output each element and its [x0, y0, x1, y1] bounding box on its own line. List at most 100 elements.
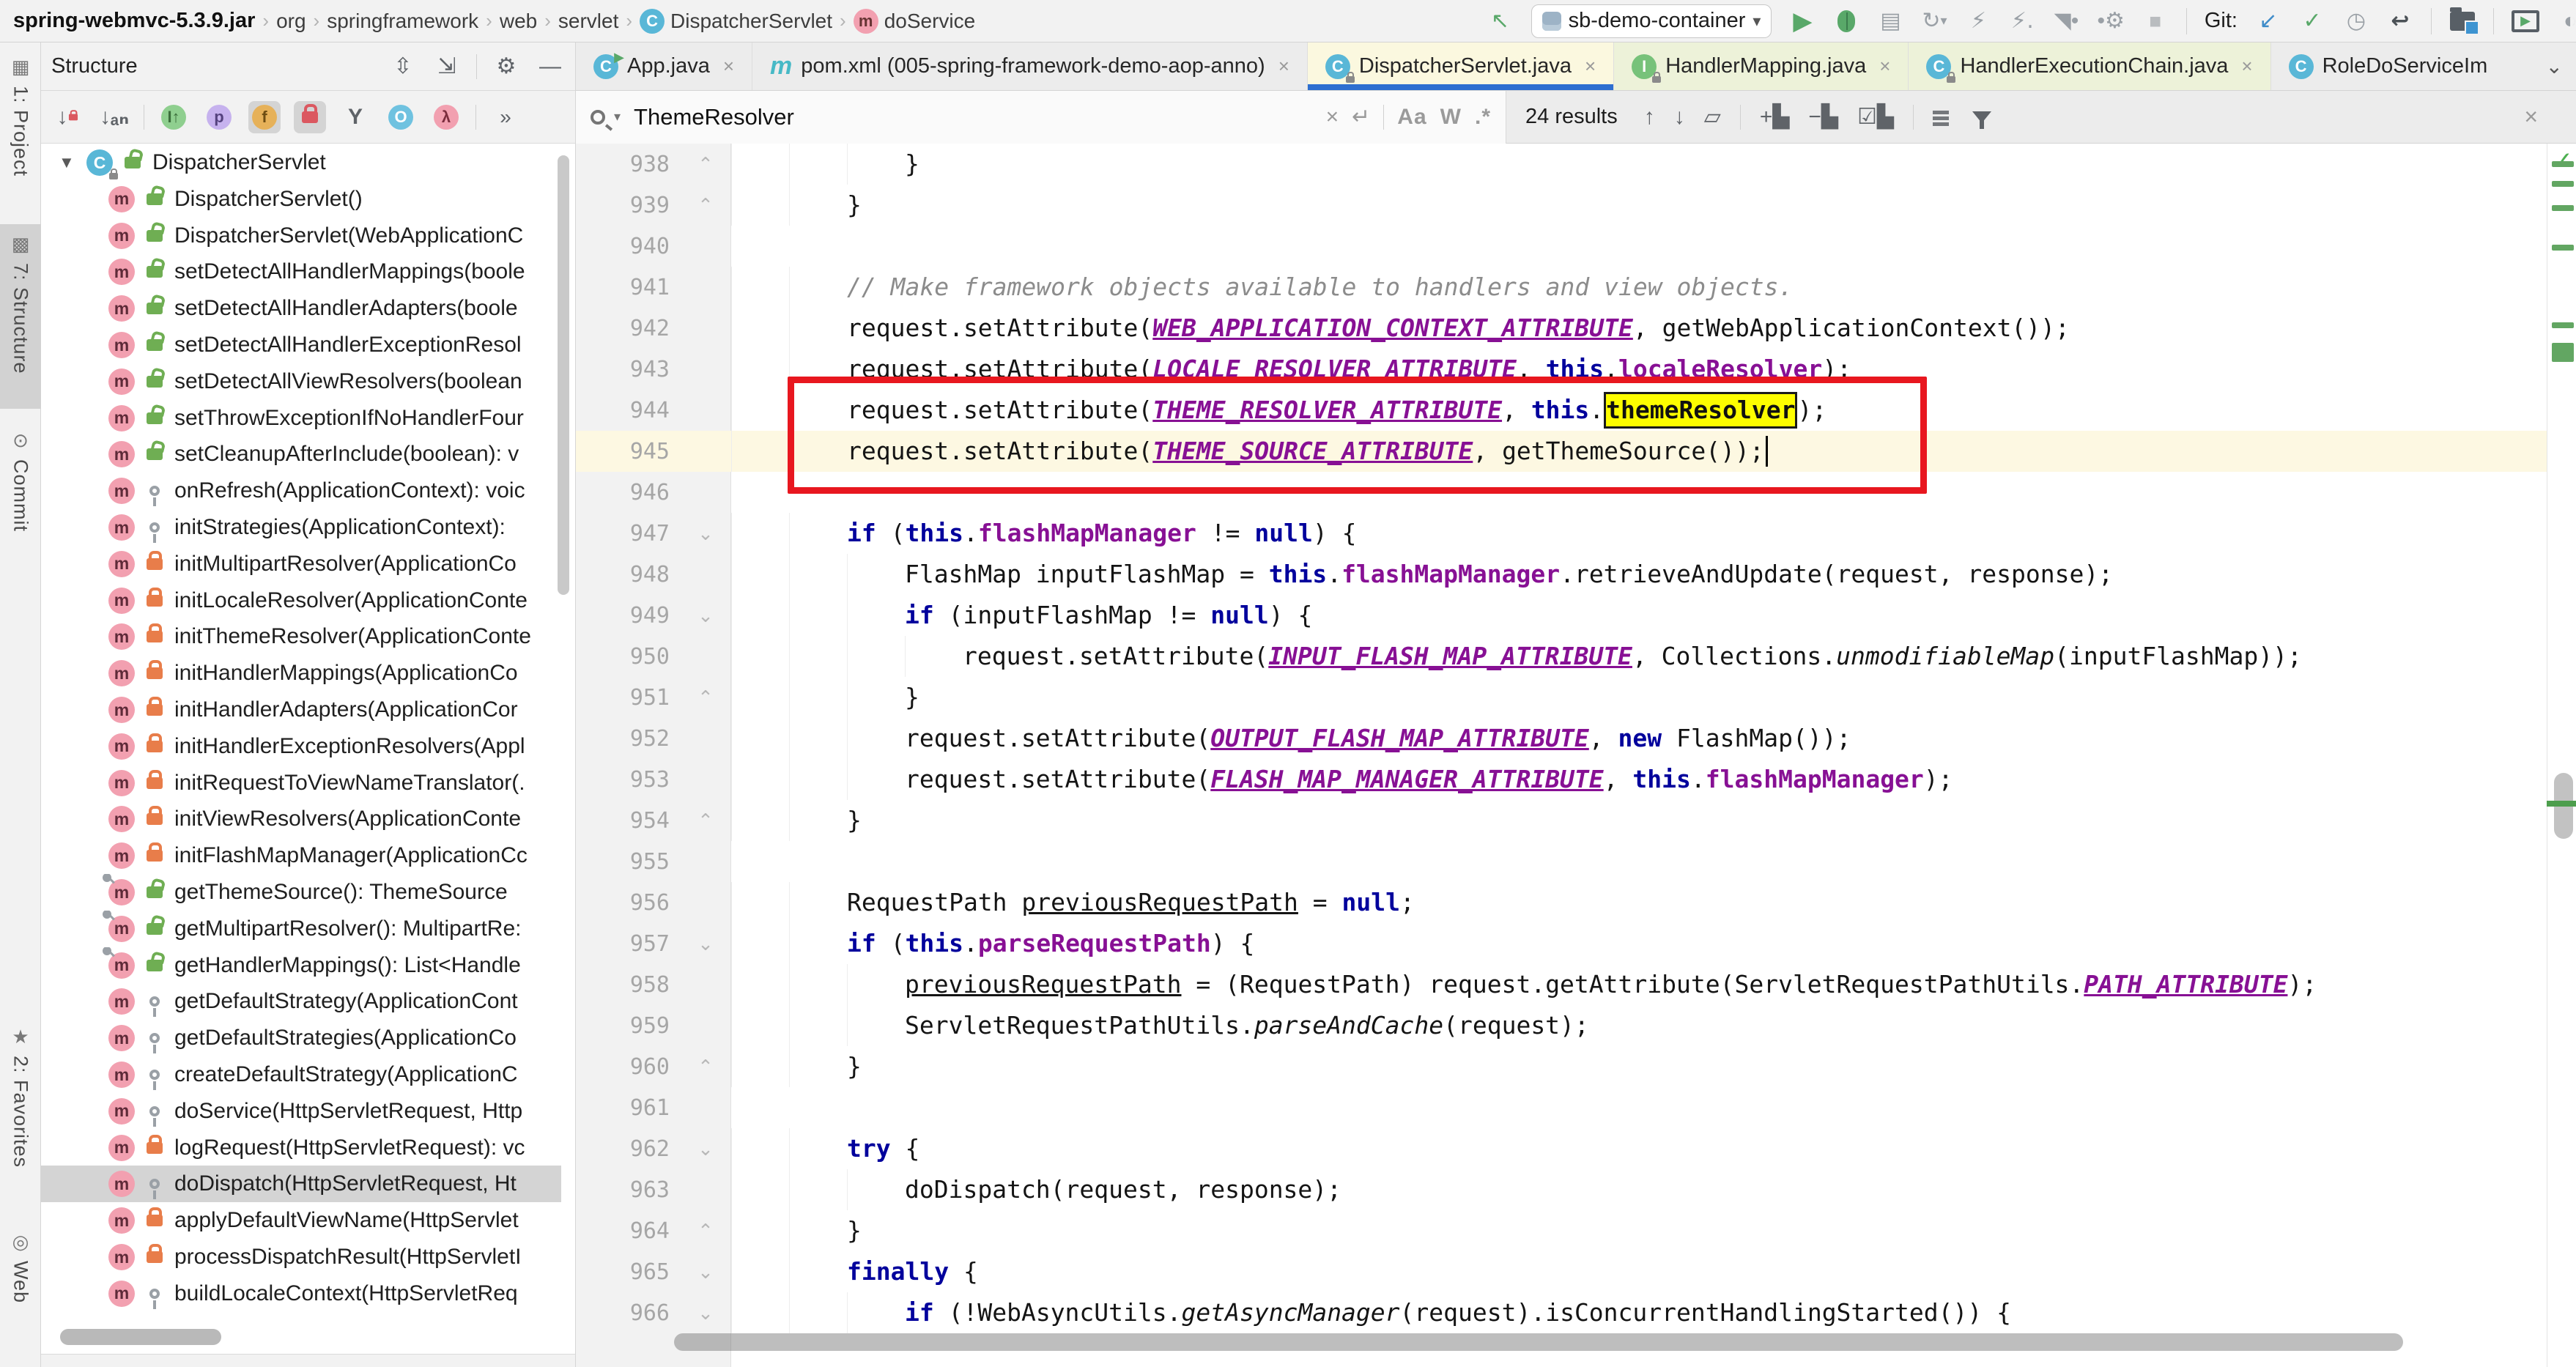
search-result-mark[interactable]	[2552, 245, 2574, 251]
breadcrumb-jar[interactable]: spring-webmvc-5.3.9.jar	[13, 9, 255, 33]
line-number[interactable]: 955	[576, 849, 680, 875]
find-query-input[interactable]: ThemeResolver	[634, 104, 1313, 130]
code-line-951[interactable]: 951 ⌃}	[576, 677, 2547, 718]
structure-item-setThrowExceptionIfNoHandlerFour[interactable]: m setThrowExceptionIfNoHandlerFour	[41, 400, 561, 437]
fold-up-icon[interactable]: ⌃	[680, 1220, 731, 1242]
tab-dispatcherservlet-java[interactable]: C DispatcherServlet.java ×	[1307, 42, 1615, 90]
line-number[interactable]: 951	[576, 685, 680, 711]
structure-item-DispatcherServlet[interactable]: m DispatcherServlet()	[41, 181, 561, 218]
breadcrumb-springframework[interactable]: springframework	[327, 10, 478, 33]
structure-item-processDispatchResult[interactable]: m processDispatchResult(HttpServletI	[41, 1239, 561, 1275]
line-number[interactable]: 945	[576, 439, 680, 464]
next-occurrence-icon[interactable]: ↓	[1674, 105, 1685, 130]
structure-item-getDefaultStrategies[interactable]: m getDefaultStrategies(ApplicationCo	[41, 1020, 561, 1056]
structure-item-setDetectAllHandlerAdapters[interactable]: m setDetectAllHandlerAdapters(boole	[41, 290, 561, 327]
structure-item-setCleanupAfterInclude[interactable]: m setCleanupAfterInclude(boolean): v	[41, 436, 561, 473]
line-number[interactable]: 943	[576, 357, 680, 382]
run-configuration-select[interactable]: sb-demo-container ▾	[1531, 4, 1772, 38]
close-icon[interactable]: ×	[1879, 55, 1890, 78]
sort-alphabetically-icon[interactable]: ↓ₐₙ	[98, 101, 130, 133]
code-line-942[interactable]: 942 request.setAttribute(WEB_APPLICATION_…	[576, 308, 2547, 349]
match-case-toggle[interactable]: Aa	[1397, 105, 1426, 130]
stripe-structure-button[interactable]: ▩ 7: Structure	[0, 224, 41, 409]
more-icon[interactable]: »	[489, 101, 522, 133]
code-line-956[interactable]: 956 RequestPath previousRequestPath = nul…	[576, 882, 2547, 923]
code-line-954[interactable]: 954 ⌃}	[576, 800, 2547, 841]
search-result-mark[interactable]	[2552, 322, 2574, 328]
close-find-icon[interactable]: ×	[2524, 103, 2557, 130]
multiline-search-icon[interactable]	[1932, 109, 1953, 125]
code-line-939[interactable]: 939 ⌃}	[576, 185, 2547, 226]
back-arrow-icon[interactable]: ↖	[1487, 7, 1514, 36]
code-line-965[interactable]: 965 ⌄ finally {	[576, 1251, 2547, 1292]
structure-item-setDetectAllHandlerMappings[interactable]: m setDetectAllHandlerMappings(boole	[41, 253, 561, 290]
show-non-public-icon[interactable]	[294, 100, 326, 133]
expand-all-icon[interactable]: ⇳	[388, 52, 418, 81]
code-line-955[interactable]: 955	[576, 841, 2547, 882]
line-number[interactable]: 959	[576, 1013, 680, 1039]
coverage-button[interactable]: ▤	[1877, 7, 1903, 36]
collapse-all-icon[interactable]: ⇲	[432, 52, 462, 81]
structure-item-onRefresh[interactable]: m onRefresh(ApplicationContext): voic	[41, 473, 561, 509]
line-number[interactable]: 946	[576, 480, 680, 505]
code-line-949[interactable]: 949 ⌄ if (inputFlashMap != null) {	[576, 595, 2547, 636]
structure-item-initHandlerExceptionResolvers[interactable]: m initHandlerExceptionResolvers(Appl	[41, 728, 561, 765]
structure-item-getDefaultStrategy[interactable]: m getDefaultStrategy(ApplicationCont	[41, 983, 561, 1020]
close-icon[interactable]: ×	[1585, 55, 1596, 78]
filter-icon[interactable]	[1972, 111, 1991, 129]
newline-icon[interactable]: ↵	[1352, 104, 1370, 130]
line-number[interactable]: 948	[576, 562, 680, 588]
line-number[interactable]: 939	[576, 193, 680, 218]
tab-handlerexecutionchain-java[interactable]: C HandlerExecutionChain.java ×	[1909, 42, 2271, 90]
structure-item-initLocaleResolver[interactable]: m initLocaleResolver(ApplicationConte	[41, 582, 561, 619]
hide-panel-icon[interactable]: —	[536, 52, 565, 81]
stripe-project-button[interactable]: ▦ 1: Project	[0, 47, 41, 215]
line-number[interactable]: 947	[576, 521, 680, 547]
code-line-962[interactable]: 962 ⌄ try {	[576, 1128, 2547, 1169]
structure-item-setDetectAllViewResolvers[interactable]: m setDetectAllViewResolvers(boolean	[41, 363, 561, 400]
show-inherited-icon[interactable]: I↑	[158, 101, 190, 133]
debug-button[interactable]	[1833, 7, 1859, 36]
words-toggle[interactable]: W	[1440, 105, 1462, 130]
select-in-editor-icon[interactable]: ▱	[1704, 104, 1721, 130]
line-number[interactable]: 940	[576, 234, 680, 259]
show-fields-icon[interactable]: f	[248, 100, 281, 133]
line-number[interactable]: 956	[576, 890, 680, 916]
line-number[interactable]: 966	[576, 1300, 680, 1326]
stripe-web-button[interactable]: ◎ Web	[0, 1222, 41, 1354]
fold-up-icon[interactable]: ⌃	[680, 153, 731, 176]
show-properties-icon[interactable]: p	[203, 101, 235, 133]
select-all-occurrences-icon[interactable]: ☑▙	[1857, 104, 1894, 130]
breadcrumb-class[interactable]: C DispatcherServlet	[640, 8, 832, 34]
run-window-icon[interactable]: ▶	[2512, 7, 2539, 36]
structure-item-buildLocaleContext[interactable]: m buildLocaleContext(HttpServletReq	[41, 1275, 561, 1312]
structure-item-applyDefaultViewName[interactable]: m applyDefaultViewName(HttpServlet	[41, 1202, 561, 1239]
structure-item-initHandlerAdapters[interactable]: m initHandlerAdapters(ApplicationCor	[41, 692, 561, 728]
clear-search-icon[interactable]: ×	[1326, 105, 1339, 130]
add-selection-icon[interactable]: +▙	[1760, 104, 1790, 130]
structure-vertical-scrollbar[interactable]	[558, 155, 569, 595]
code-line-952[interactable]: 952 request.setAttribute(OUTPUT_FLASH_MAP…	[576, 718, 2547, 759]
structure-item-initViewResolvers[interactable]: m initViewResolvers(ApplicationConte	[41, 801, 561, 837]
horizontal-scrollbar[interactable]	[674, 1333, 2403, 1351]
code-line-960[interactable]: 960 ⌃}	[576, 1046, 2547, 1087]
code-line-940[interactable]: 940	[576, 226, 2547, 267]
sort-by-visibility-icon[interactable]: ↓	[53, 101, 85, 133]
structure-item-getThemeSource[interactable]: m getThemeSource(): ThemeSource	[41, 874, 561, 911]
structure-item-initHandlerMappings[interactable]: m initHandlerMappings(ApplicationCo	[41, 655, 561, 692]
stripe-commit-button[interactable]: ⊙ Commit	[0, 421, 41, 567]
remove-selection-icon[interactable]: −▙	[1808, 104, 1838, 130]
code-line-964[interactable]: 964 ⌃}	[576, 1210, 2547, 1251]
search-history-chevron-icon[interactable]: ▾	[614, 109, 621, 125]
stripe-favorites-button[interactable]: ★ 2: Favorites	[0, 1017, 41, 1207]
fold-up-icon[interactable]: ⌃	[680, 810, 731, 832]
run-button[interactable]: ▶	[1789, 7, 1816, 36]
code-line-947[interactable]: 947 ⌄ if (this. flashMapManager != null) {	[576, 513, 2547, 554]
breadcrumb-method[interactable]: m doService	[853, 8, 975, 34]
previous-occurrence-icon[interactable]: ↑	[1644, 105, 1655, 130]
line-number[interactable]: 962	[576, 1136, 680, 1162]
code-line-948[interactable]: 948 FlashMap inputFlashMap = this. flashMa…	[576, 554, 2547, 595]
structure-item-DispatcherServlet[interactable]: m DispatcherServlet(WebApplicationC	[41, 218, 561, 254]
structure-item-doDispatch[interactable]: m doDispatch(HttpServletRequest, Ht	[41, 1166, 561, 1203]
structure-item-doService[interactable]: m doService(HttpServletRequest, Http	[41, 1093, 561, 1130]
